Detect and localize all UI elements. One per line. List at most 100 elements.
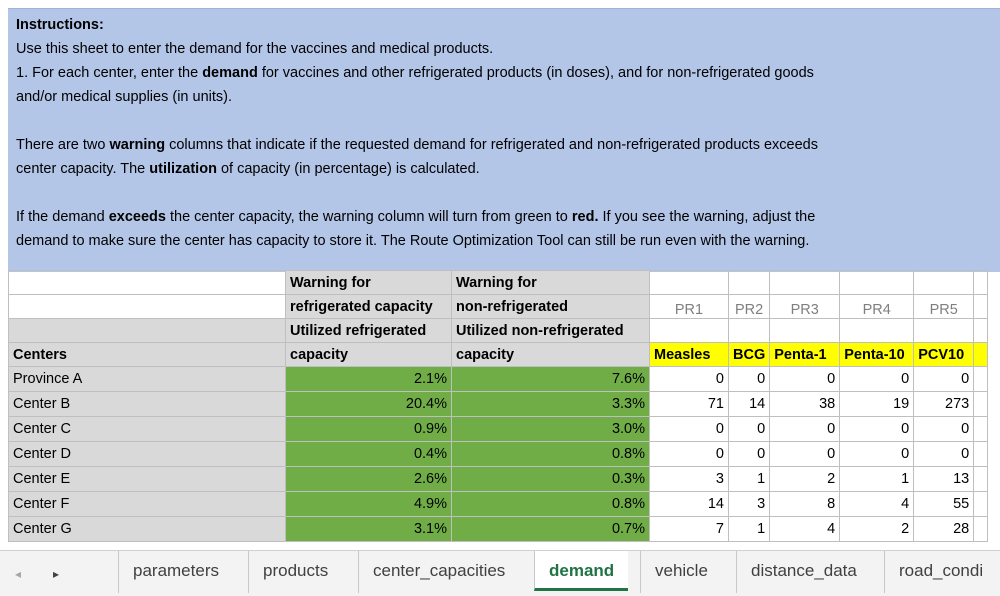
demand-cell[interactable]: 8 [769,491,841,517]
center-name-cell[interactable]: Center F [8,491,286,517]
utilized-refrigerated-header[interactable]: Utilized refrigerated [285,318,452,343]
product-header-penta-10[interactable]: Penta-10 [839,342,915,367]
warning-refrigerated-header[interactable]: refrigerated capacity [285,294,452,319]
tab-products[interactable]: products [248,551,342,593]
demand-cell[interactable]: 7 [649,516,729,542]
product-header-penta-1[interactable]: Penta-1 [769,342,841,367]
tab-vehicle[interactable]: vehicle [640,551,722,593]
warning-refrigerated-header[interactable]: Warning for [285,270,452,295]
demand-cell[interactable]: 28 [913,516,975,542]
demand-cell[interactable]: 0 [649,416,729,442]
utilized-non-refrigerated-cell[interactable]: 0.7% [451,516,650,542]
header-cell[interactable] [769,318,841,343]
header-cell[interactable] [649,318,729,343]
center-name-cell[interactable]: Center C [8,416,286,442]
utilized-non-refrigerated-cell[interactable]: 3.0% [451,416,650,442]
tab-road-conditions[interactable]: road_condi [884,551,997,593]
header-cell[interactable] [913,270,975,295]
utilized-non-refrigerated-cell[interactable]: 0.8% [451,441,650,467]
demand-cell[interactable]: 0 [839,366,915,392]
instructions-box[interactable]: Instructions: Use this sheet to enter th… [8,8,1000,272]
header-cell[interactable] [727,270,771,295]
product-code-cell[interactable]: PR3 [769,294,841,319]
center-name-cell[interactable]: Center B [8,391,286,417]
demand-cell[interactable]: 71 [649,391,729,417]
demand-cell[interactable]: 4 [769,516,841,542]
product-header-bcg[interactable]: BCG [727,342,771,367]
center-name-cell[interactable]: Province A [8,366,286,392]
center-name-cell[interactable]: Center E [8,466,286,492]
header-cell[interactable] [8,294,286,319]
utilized-refrigerated-cell[interactable]: 2.1% [285,366,452,392]
demand-cell[interactable]: 0 [839,441,915,467]
header-cell[interactable] [839,318,915,343]
demand-cell[interactable]: 14 [727,391,771,417]
demand-cell[interactable]: 4 [839,491,915,517]
product-header-pcv10[interactable]: PCV10 [913,342,975,367]
product-code-cell[interactable]: PR5 [913,294,975,319]
utilized-non-refrigerated-header[interactable]: capacity [451,342,650,367]
product-code-cell[interactable]: PR4 [839,294,915,319]
tab-center-capacities[interactable]: center_capacities [358,551,519,593]
demand-cell[interactable]: 13 [913,466,975,492]
header-cell[interactable] [649,270,729,295]
utilized-non-refrigerated-cell[interactable]: 0.8% [451,491,650,517]
demand-cell[interactable]: 1 [727,466,771,492]
utilized-refrigerated-header[interactable]: capacity [285,342,452,367]
center-name-cell[interactable]: Center G [8,516,286,542]
utilized-refrigerated-cell[interactable]: 2.6% [285,466,452,492]
demand-cell[interactable]: 0 [839,416,915,442]
demand-cell[interactable]: 38 [769,391,841,417]
warning-non-refrigerated-header[interactable]: Warning for [451,270,650,295]
demand-cell[interactable]: 0 [913,416,975,442]
centers-header[interactable]: Centers [8,342,286,367]
demand-cell[interactable]: 1 [839,466,915,492]
utilized-non-refrigerated-cell[interactable]: 3.3% [451,391,650,417]
demand-cell[interactable]: 19 [839,391,915,417]
demand-cell[interactable]: 0 [649,441,729,467]
centers-header-cell[interactable] [8,318,286,343]
demand-cell[interactable]: 3 [649,466,729,492]
utilized-refrigerated-cell[interactable]: 3.1% [285,516,452,542]
header-cell[interactable] [973,294,989,319]
demand-cell-overflow[interactable] [973,491,989,517]
product-code-cell[interactable]: PR2 [727,294,771,319]
utilized-non-refrigerated-header[interactable]: Utilized non-refrigerated [451,318,650,343]
demand-cell[interactable]: 0 [727,441,771,467]
header-cell[interactable] [973,270,989,295]
warning-non-refrigerated-header[interactable]: non-refrigerated [451,294,650,319]
tab-scroll-left-icon[interactable]: ◂ [8,563,28,585]
demand-cell-overflow[interactable] [973,366,989,392]
demand-cell-overflow[interactable] [973,416,989,442]
demand-cell[interactable]: 0 [769,366,841,392]
product-header-measles[interactable]: Measles [649,342,729,367]
tab-scroll-right-icon[interactable]: ▸ [46,563,66,585]
demand-cell[interactable]: 0 [649,366,729,392]
demand-cell[interactable]: 55 [913,491,975,517]
utilized-refrigerated-cell[interactable]: 4.9% [285,491,452,517]
tab-parameters[interactable]: parameters [118,551,233,593]
utilized-refrigerated-cell[interactable]: 0.9% [285,416,452,442]
demand-cell-overflow[interactable] [973,516,989,542]
header-cell[interactable] [973,318,989,343]
header-cell[interactable] [913,318,975,343]
demand-cell[interactable]: 0 [769,441,841,467]
utilized-non-refrigerated-cell[interactable]: 7.6% [451,366,650,392]
demand-cell[interactable]: 0 [769,416,841,442]
demand-cell[interactable]: 2 [769,466,841,492]
demand-cell[interactable]: 0 [913,441,975,467]
demand-cell-overflow[interactable] [973,441,989,467]
product-code-cell[interactable]: PR1 [649,294,729,319]
header-cell[interactable] [769,270,841,295]
utilized-refrigerated-cell[interactable]: 0.4% [285,441,452,467]
demand-cell[interactable]: 273 [913,391,975,417]
demand-cell[interactable]: 0 [913,366,975,392]
demand-cell[interactable]: 3 [727,491,771,517]
header-cell[interactable] [727,318,771,343]
demand-cell[interactable]: 14 [649,491,729,517]
demand-cell-overflow[interactable] [973,466,989,492]
tab-demand[interactable]: demand [534,551,629,591]
header-cell[interactable] [839,270,915,295]
demand-cell[interactable]: 0 [727,366,771,392]
utilized-refrigerated-cell[interactable]: 20.4% [285,391,452,417]
